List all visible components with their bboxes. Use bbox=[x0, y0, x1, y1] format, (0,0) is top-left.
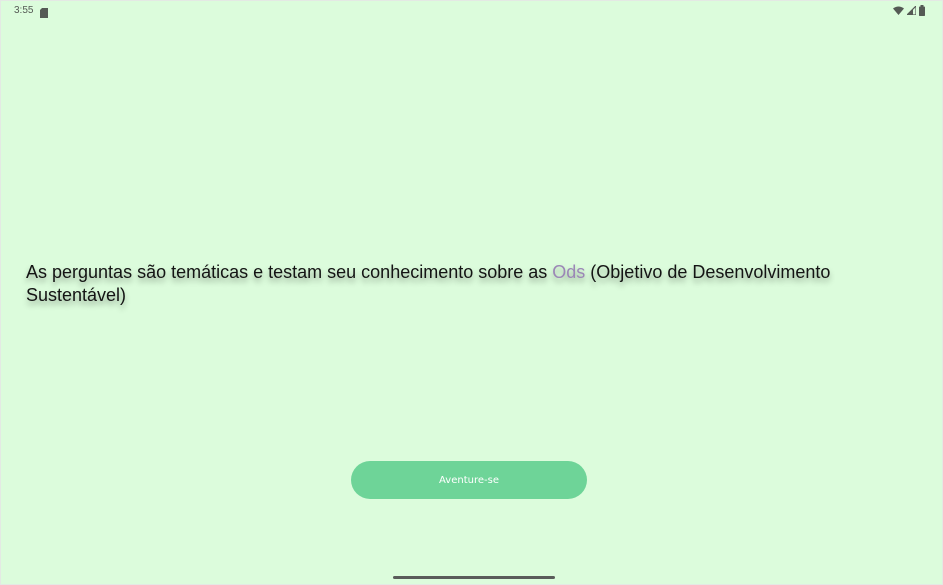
app-screen: 3:55 As perguntas são temáticas e testam… bbox=[0, 0, 943, 585]
battery-icon bbox=[919, 5, 925, 16]
status-time: 3:55 bbox=[14, 5, 34, 16]
cellular-signal-icon bbox=[907, 6, 916, 15]
sd-card-icon bbox=[40, 5, 48, 18]
aventure-se-button[interactable]: Aventure-se bbox=[351, 461, 587, 499]
home-indicator[interactable] bbox=[393, 576, 555, 579]
intro-text: As perguntas são temáticas e testam seu … bbox=[26, 261, 911, 307]
ods-highlight: Ods bbox=[552, 262, 586, 282]
intro-text-before: As perguntas são temáticas e testam seu … bbox=[26, 262, 553, 282]
status-bar: 3:55 bbox=[1, 1, 942, 21]
status-icons bbox=[893, 5, 925, 16]
wifi-icon bbox=[893, 6, 904, 15]
